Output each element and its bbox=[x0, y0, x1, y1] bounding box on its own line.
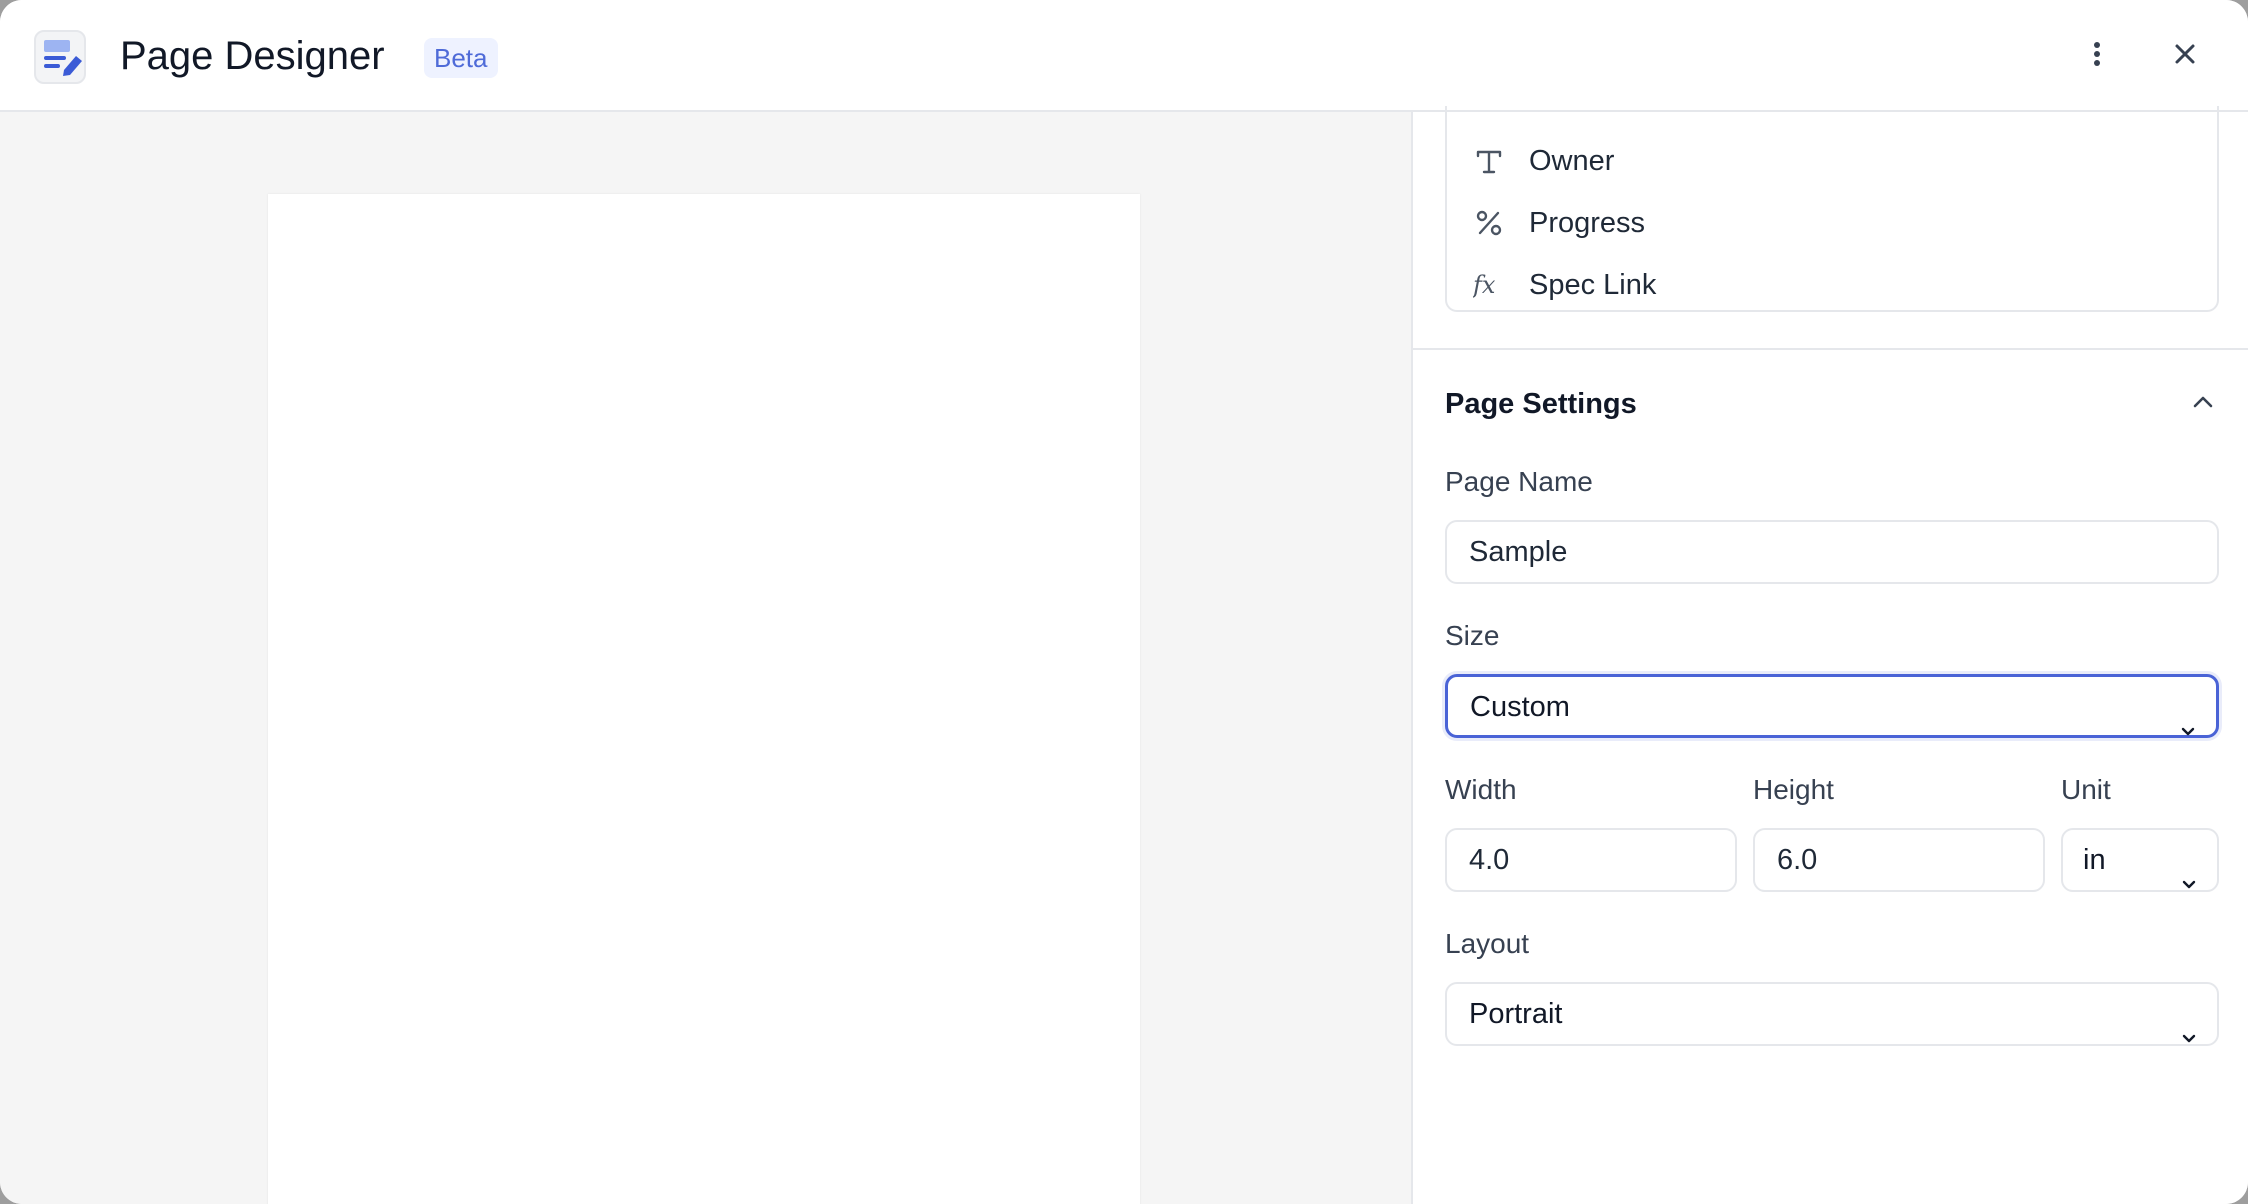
page-name-label: Page Name bbox=[1445, 466, 1593, 497]
settings-panel: Owner Progress fx Spec Link Page Setting… bbox=[1411, 106, 2248, 1204]
size-label: Size bbox=[1445, 620, 1500, 651]
beta-badge: Beta bbox=[424, 38, 498, 78]
app-title: Page Designer bbox=[120, 34, 385, 78]
page-name-input[interactable] bbox=[1445, 520, 2219, 584]
field-label: Owner bbox=[1529, 144, 1615, 177]
size-select[interactable]: Custom bbox=[1445, 674, 2219, 738]
more-options-button[interactable] bbox=[2075, 34, 2119, 78]
close-button[interactable] bbox=[2163, 34, 2207, 78]
layout-select[interactable]: Portrait bbox=[1445, 982, 2219, 1046]
layout-label: Layout bbox=[1445, 928, 1530, 959]
header: Page Designer Beta bbox=[0, 0, 2248, 112]
height-input[interactable] bbox=[1753, 828, 2045, 892]
field-item-spec-link[interactable]: fx Spec Link bbox=[1473, 260, 1656, 310]
close-icon bbox=[2174, 43, 2196, 70]
field-label: Spec Link bbox=[1529, 268, 1657, 301]
width-input[interactable] bbox=[1445, 828, 1737, 892]
page-designer-icon bbox=[34, 30, 86, 84]
page-designer-window: Page Designer Beta Owner Progress fx Spe… bbox=[0, 0, 2248, 1204]
formula-icon: fx bbox=[1473, 269, 1505, 301]
height-label: Height bbox=[1753, 774, 1834, 805]
field-item-owner[interactable]: Owner bbox=[1473, 136, 1614, 186]
design-canvas[interactable] bbox=[0, 112, 1411, 1204]
field-label: Progress bbox=[1529, 206, 1646, 239]
chevron-down-icon bbox=[2180, 699, 2196, 759]
unit-select[interactable]: in bbox=[2061, 828, 2219, 892]
text-type-icon bbox=[1473, 145, 1505, 177]
page-preview[interactable] bbox=[268, 194, 1140, 1204]
chevron-up-icon bbox=[2192, 395, 2214, 414]
size-value: Custom bbox=[1470, 691, 1570, 723]
section-divider bbox=[1413, 348, 2248, 350]
layout-value: Portrait bbox=[1469, 998, 1563, 1030]
field-list: Owner Progress fx Spec Link bbox=[1445, 106, 2219, 312]
svg-text:fx: fx bbox=[1473, 271, 1496, 299]
unit-label: Unit bbox=[2061, 774, 2111, 805]
collapse-section-button[interactable] bbox=[2183, 384, 2223, 424]
section-title: Page Settings bbox=[1445, 388, 1637, 420]
more-vertical-icon bbox=[2093, 41, 2101, 72]
field-item-progress[interactable]: Progress bbox=[1473, 198, 1645, 248]
chevron-down-icon bbox=[2181, 1006, 2197, 1066]
width-label: Width bbox=[1445, 774, 1517, 805]
unit-value: in bbox=[2083, 844, 2106, 876]
chevron-down-icon bbox=[2181, 852, 2197, 912]
percent-icon bbox=[1473, 207, 1505, 239]
